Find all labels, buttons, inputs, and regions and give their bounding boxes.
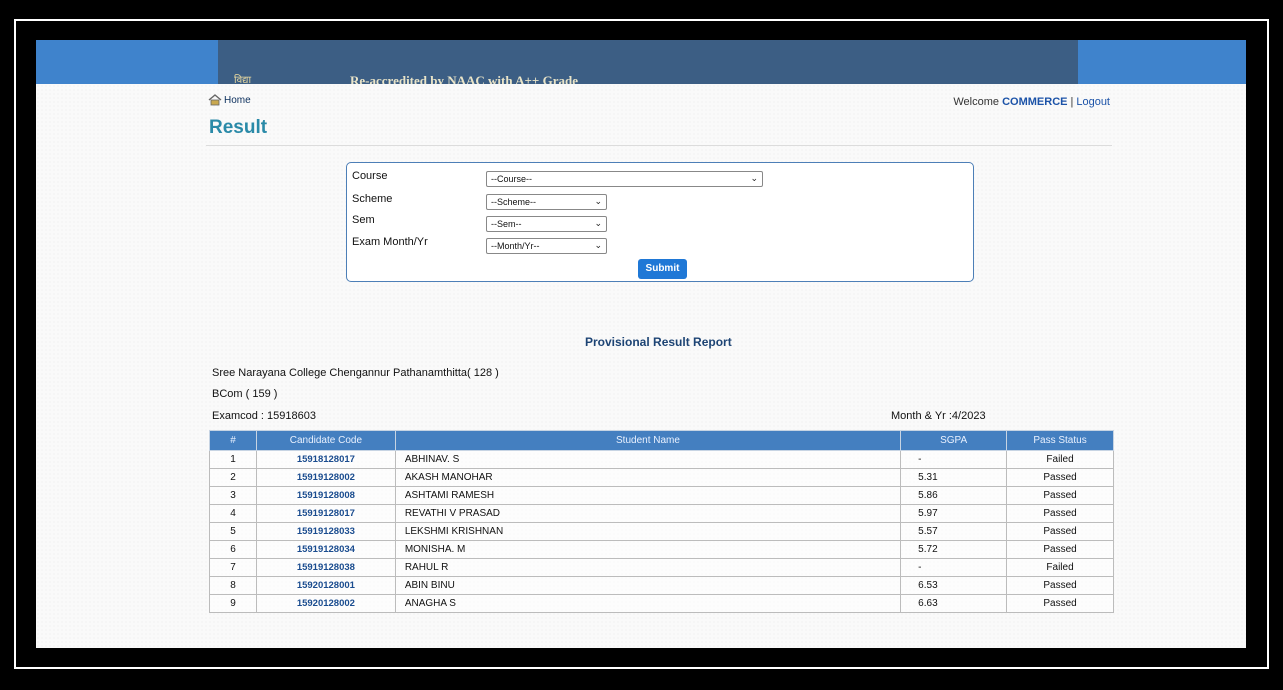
candidate-code-link[interactable]: 15919128033 <box>255 522 396 541</box>
row-index: 3 <box>209 486 257 505</box>
page-title: Result <box>209 117 268 138</box>
table-row: 7 15919128038 RAHUL R - Failed <box>209 558 1114 577</box>
home-icon <box>208 94 222 106</box>
sgpa-value: 5.97 <box>900 504 1008 523</box>
result-table: # Candidate Code Student Name SGPA Pass … <box>209 430 1114 613</box>
sgpa-value: 6.63 <box>900 594 1008 613</box>
candidate-code-link[interactable]: 15920128001 <box>255 576 396 595</box>
pass-status: Failed <box>1006 558 1114 577</box>
exam-month-label: Exam Month/Yr <box>352 236 428 248</box>
course-select-value: --Course-- <box>491 174 533 184</box>
pass-status: Passed <box>1006 468 1114 487</box>
row-index: 9 <box>209 594 257 613</box>
month-year: Month & Yr :4/2023 <box>891 410 986 422</box>
table-row: 9 15920128002 ANAGHA S 6.63 Passed <box>209 594 1114 613</box>
pass-status: Passed <box>1006 576 1114 595</box>
exam-month-select-value: --Month/Yr-- <box>491 241 540 251</box>
sgpa-value: - <box>900 558 1008 577</box>
table-row: 1 15918128017 ABHINAV. S - Failed <box>209 450 1114 469</box>
chevron-down-icon: ⌄ <box>594 240 602 250</box>
row-index: 2 <box>209 468 257 487</box>
sem-select-value: --Sem-- <box>491 219 522 229</box>
pass-status: Passed <box>1006 504 1114 523</box>
chevron-down-icon: ⌄ <box>594 218 602 228</box>
sgpa-value: 5.72 <box>900 540 1008 559</box>
username: COMMERCE <box>1002 96 1068 108</box>
home-link[interactable]: Home <box>208 94 251 106</box>
table-row: 2 15919128002 AKASH MANOHAR 5.31 Passed <box>209 468 1114 487</box>
sgpa-value: 5.31 <box>900 468 1008 487</box>
student-name: ABIN BINU <box>394 576 902 595</box>
pass-status: Passed <box>1006 522 1114 541</box>
table-row: 4 15919128017 REVATHI V PRASAD 5.97 Pass… <box>209 504 1114 523</box>
header-pass-status: Pass Status <box>1006 430 1114 451</box>
title-divider <box>206 145 1112 146</box>
sgpa-value: 5.57 <box>900 522 1008 541</box>
pass-status: Failed <box>1006 450 1114 469</box>
student-name: AKASH MANOHAR <box>394 468 902 487</box>
row-index: 7 <box>209 558 257 577</box>
welcome-text: Welcome <box>953 96 1000 108</box>
scheme-select[interactable]: --Scheme-- ⌄ <box>486 194 607 210</box>
exam-code: Examcod : 15918603 <box>212 410 316 422</box>
course-label: Course <box>352 170 388 182</box>
student-name: RAHUL R <box>394 558 902 577</box>
table-header-row: # Candidate Code Student Name SGPA Pass … <box>209 430 1114 451</box>
candidate-code-link[interactable]: 15919128002 <box>255 468 396 487</box>
student-name: LEKSHMI KRISHNAN <box>394 522 902 541</box>
candidate-code-link[interactable]: 15920128002 <box>255 594 396 613</box>
scheme-select-value: --Scheme-- <box>491 197 537 207</box>
sem-select[interactable]: --Sem-- ⌄ <box>486 216 607 232</box>
table-body: 1 15918128017 ABHINAV. S - Failed 2 1591… <box>209 450 1114 613</box>
student-name: ABHINAV. S <box>394 450 902 469</box>
candidate-code-link[interactable]: 15919128034 <box>255 540 396 559</box>
header-student-name: Student Name <box>394 430 902 451</box>
welcome-bar: Welcome COMMERCE | Logout <box>953 96 1110 108</box>
table-row: 8 15920128001 ABIN BINU 6.53 Passed <box>209 576 1114 595</box>
chevron-down-icon: ⌄ <box>750 173 758 183</box>
pass-status: Passed <box>1006 540 1114 559</box>
header-candidate-code: Candidate Code <box>255 430 396 451</box>
table-row: 6 15919128034 MONISHA. M 5.72 Passed <box>209 540 1114 559</box>
home-label: Home <box>224 94 251 106</box>
sem-label: Sem <box>352 214 375 226</box>
welcome-separator: | <box>1070 96 1074 108</box>
site-banner: विद्या Re-accredited by NAAC with A++ Gr… <box>36 40 1246 88</box>
course-info: BCom ( 159 ) <box>212 388 278 400</box>
browser-screen: विद्या Re-accredited by NAAC with A++ Gr… <box>36 40 1246 648</box>
header-sgpa: SGPA <box>900 430 1008 451</box>
row-index: 8 <box>209 576 257 595</box>
submit-button[interactable]: Submit <box>638 259 687 279</box>
student-name: MONISHA. M <box>394 540 902 559</box>
candidate-code-link[interactable]: 15919128017 <box>255 504 396 523</box>
banner-header-band <box>218 40 1078 84</box>
logout-link[interactable]: Logout <box>1076 96 1110 108</box>
sgpa-value: 5.86 <box>900 486 1008 505</box>
row-index: 5 <box>209 522 257 541</box>
row-index: 4 <box>209 504 257 523</box>
report-title: Provisional Result Report <box>585 335 732 349</box>
student-name: REVATHI V PRASAD <box>394 504 902 523</box>
candidate-code-link[interactable]: 15918128017 <box>255 450 396 469</box>
chevron-down-icon: ⌄ <box>594 196 602 206</box>
college-name: Sree Narayana College Chengannur Pathana… <box>212 367 499 379</box>
scheme-label: Scheme <box>352 193 393 205</box>
sgpa-value: 6.53 <box>900 576 1008 595</box>
row-index: 6 <box>209 540 257 559</box>
course-select[interactable]: --Course-- ⌄ <box>486 171 763 187</box>
main-content: Home Welcome COMMERCE | Logout Result Cour… <box>36 84 1246 648</box>
student-name: ANAGHA S <box>394 594 902 613</box>
pass-status: Passed <box>1006 594 1114 613</box>
candidate-code-link[interactable]: 15919128038 <box>255 558 396 577</box>
result-filter-form: Course --Course-- ⌄ Scheme --Scheme-- ⌄ … <box>346 162 974 282</box>
sgpa-value: - <box>900 450 1008 469</box>
table-row: 5 15919128033 LEKSHMI KRISHNAN 5.57 Pass… <box>209 522 1114 541</box>
candidate-code-link[interactable]: 15919128008 <box>255 486 396 505</box>
exam-month-select[interactable]: --Month/Yr-- ⌄ <box>486 238 607 254</box>
table-row: 3 15919128008 ASHTAMI RAMESH 5.86 Passed <box>209 486 1114 505</box>
pass-status: Passed <box>1006 486 1114 505</box>
student-name: ASHTAMI RAMESH <box>394 486 902 505</box>
header-index: # <box>209 430 257 451</box>
row-index: 1 <box>209 450 257 469</box>
